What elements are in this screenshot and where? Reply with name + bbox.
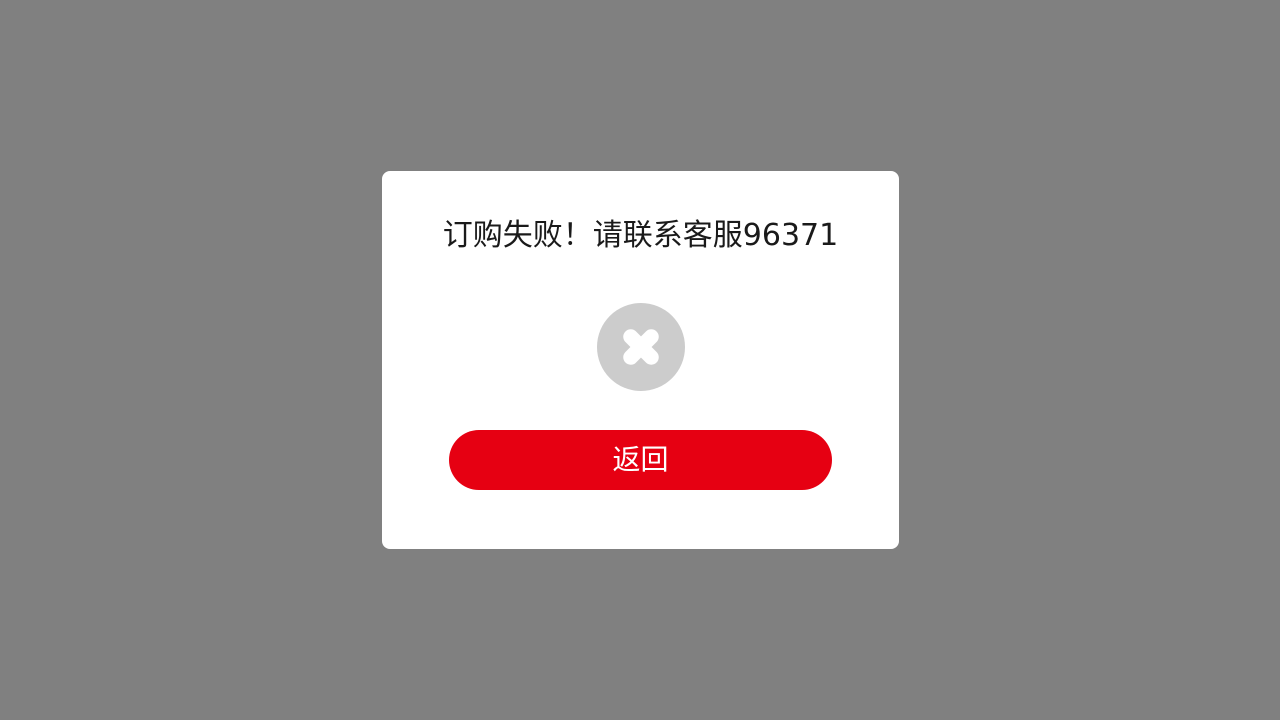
return-button[interactable]: 返回: [449, 430, 832, 490]
dialog-message: 订购失败！请联系客服96371: [442, 218, 839, 253]
failure-icon-badge: [597, 303, 685, 391]
order-failed-dialog: 订购失败！请联系客服96371 返回: [382, 171, 899, 549]
close-icon: [623, 329, 659, 365]
